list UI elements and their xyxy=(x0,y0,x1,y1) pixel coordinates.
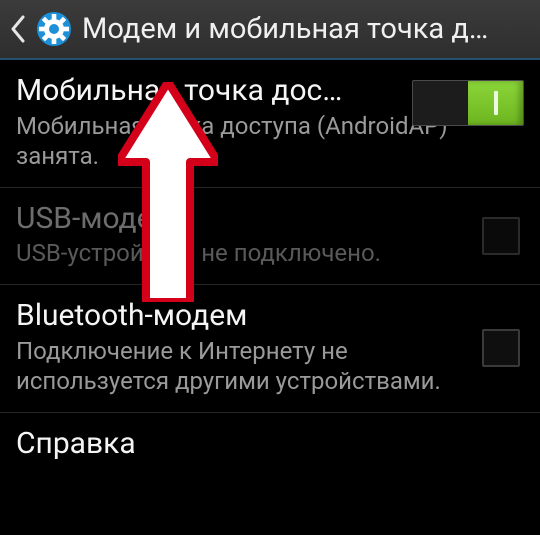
settings-gear-icon[interactable] xyxy=(32,7,76,51)
item-subtitle: USB-устройство не подключено. xyxy=(16,238,524,268)
item-help[interactable]: Справка xyxy=(0,413,540,478)
item-bluetooth-tethering[interactable]: Bluetooth-модем Подключение к Интернету … xyxy=(0,285,540,413)
item-usb-tethering: USB-модем USB-устройство не подключено. xyxy=(0,188,540,286)
item-title: Справка xyxy=(16,427,524,462)
back-icon[interactable] xyxy=(4,0,32,59)
item-mobile-hotspot[interactable]: Мобильная точка дос… Мобильная точка дос… xyxy=(0,60,540,188)
item-title: Bluetooth-модем xyxy=(16,299,524,334)
item-subtitle: Подключение к Интернету не используется … xyxy=(16,336,524,396)
settings-list: Мобильная точка дос… Мобильная точка дос… xyxy=(0,60,540,477)
action-bar: Модем и мобильная точка д… xyxy=(0,0,540,60)
page-title: Модем и мобильная точка д… xyxy=(82,12,534,46)
bluetooth-tethering-checkbox[interactable] xyxy=(482,329,520,367)
hotspot-toggle[interactable] xyxy=(412,80,524,126)
usb-tethering-checkbox xyxy=(482,217,520,255)
item-title: USB-модем xyxy=(16,202,524,237)
